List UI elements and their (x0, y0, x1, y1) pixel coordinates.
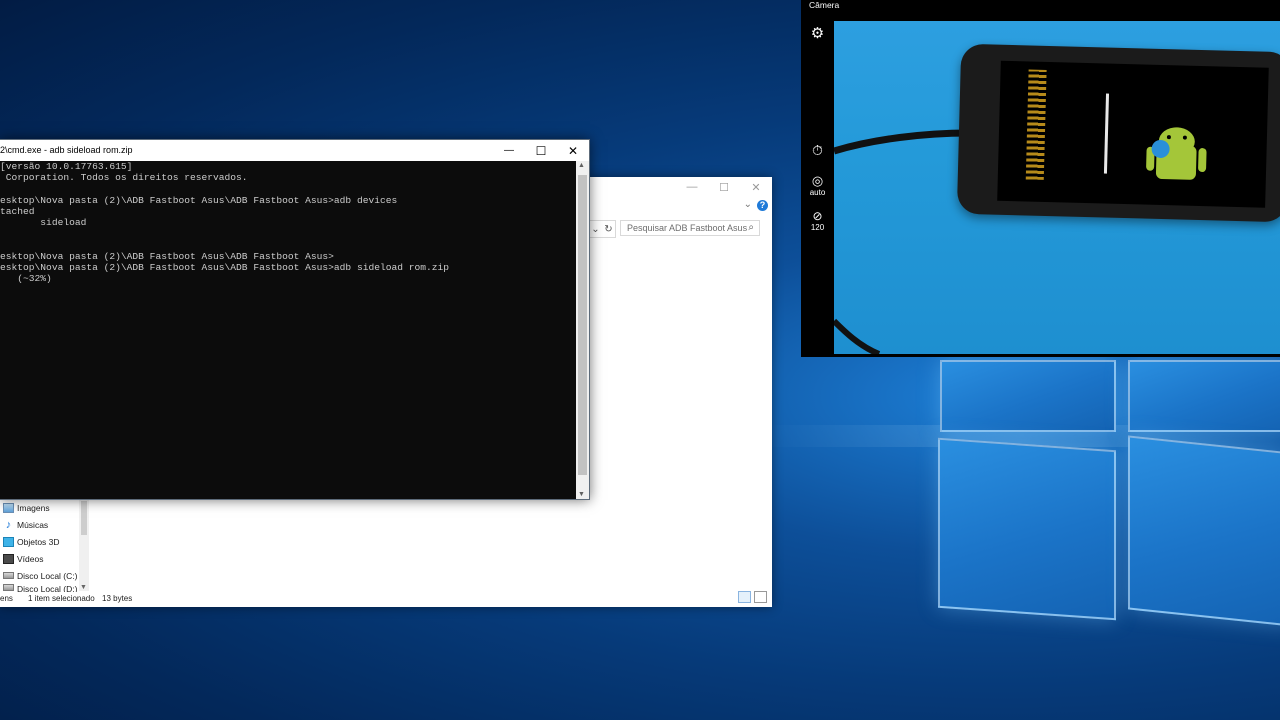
nav-item-label: Objetos 3D (17, 536, 60, 547)
cmd-scrollbar[interactable]: ▲ ▼ (576, 161, 589, 499)
nav-item-drive-c[interactable]: Disco Local (C:) (0, 567, 80, 584)
wallpaper-pane-1 (940, 360, 1116, 432)
scroll-up-icon[interactable]: ▲ (578, 162, 585, 169)
cmd-window-title: 2\cmd.exe - adb sideload rom.zip (0, 145, 133, 155)
brightness-label: auto (809, 188, 826, 197)
explorer-minimize-button[interactable]: — (676, 177, 708, 197)
address-dropdown-icon[interactable]: ⌄ (591, 224, 599, 235)
cmd-maximize-button[interactable]: ☐ (525, 140, 557, 161)
gear-icon[interactable]: ⚙ (801, 24, 834, 42)
timer-icon[interactable]: ⏱ (801, 142, 834, 159)
music-icon: ♪ (5, 518, 12, 531)
cmd-close-button[interactable]: ✕ (557, 140, 589, 161)
nav-item-videos[interactable]: Vídeos (0, 550, 80, 567)
cmd-minimize-button[interactable]: — (493, 140, 525, 161)
cmd-console-output[interactable]: [versão 10.0.17763.615] Corporation. Tod… (0, 161, 576, 499)
pictures-icon (3, 502, 14, 513)
phone-screen (997, 60, 1269, 208)
console-line: sideload (0, 216, 87, 228)
explorer-close-button[interactable]: ✕ (740, 177, 772, 197)
wallpaper-pane-2 (1128, 360, 1280, 432)
fps-control[interactable]: ⊘ 120 (801, 209, 834, 233)
scrollbar-thumb[interactable] (578, 175, 587, 475)
nav-item-images[interactable]: Imagens (0, 499, 80, 516)
search-placeholder: Pesquisar ADB Fastboot Asus (627, 223, 748, 233)
help-icon[interactable]: ? (757, 200, 768, 211)
console-line: tached (0, 205, 35, 217)
drive-icon (3, 584, 14, 591)
large-icons-view-button[interactable] (754, 591, 767, 603)
console-line: [versão 10.0.17763.615] (0, 161, 133, 172)
console-line: esktop\Nova pasta (2)\ADB Fastboot Asus\… (0, 194, 398, 206)
objects-3d-icon (3, 536, 14, 547)
progress-line (1103, 93, 1110, 174)
status-item-count: ens (0, 594, 13, 603)
speedometer-icon: ⊘ (812, 209, 823, 223)
refresh-icon[interactable]: ↻ (604, 224, 612, 235)
console-line: esktop\Nova pasta (2)\ADB Fastboot Asus\… (0, 250, 334, 262)
brightness-control[interactable]: ◎ auto (801, 173, 834, 198)
command-prompt-window[interactable]: 2\cmd.exe - adb sideload rom.zip — ☐ ✕ [… (0, 139, 590, 500)
status-selection: 1 item selecionado (28, 594, 95, 603)
phone-image (956, 43, 1280, 223)
camera-control-bar: ⚙ ⏱ ◎ auto ⊘ 120 (801, 18, 834, 355)
navigation-pane: Imagens ♪ Músicas Objetos 3D Vídeos Disc… (0, 499, 80, 592)
status-bar: ens 1 item selecionado 13 bytes (0, 591, 772, 607)
android-robot-icon (1146, 127, 1207, 180)
wallpaper-pane-3 (938, 437, 1116, 621)
search-icon[interactable]: ⌕ (748, 222, 754, 233)
console-line: esktop\Nova pasta (2)\ADB Fastboot Asus\… (0, 261, 450, 273)
ribbon-expand-chevron-icon[interactable]: ⌄ (744, 199, 752, 210)
scroll-down-icon[interactable]: ▼ (578, 491, 585, 498)
console-line: (~32%) (0, 272, 52, 284)
status-size: 13 bytes (102, 594, 133, 603)
nav-pane-scrollbar[interactable]: ▼ (79, 499, 89, 591)
explorer-caption-buttons: — ☐ ✕ (676, 177, 772, 197)
nav-item-label: Imagens (17, 502, 50, 513)
nav-item-3d-objects[interactable]: Objetos 3D (0, 533, 80, 550)
address-bar-controls: ⌄ ↻ (588, 220, 616, 238)
explorer-maximize-button[interactable]: ☐ (708, 177, 740, 197)
scroll-down-icon[interactable]: ▼ (80, 584, 87, 591)
details-view-button[interactable] (738, 591, 751, 603)
search-input[interactable]: Pesquisar ADB Fastboot Asus ⌕ (620, 220, 760, 236)
videos-icon (3, 553, 14, 564)
cmd-title-bar[interactable]: 2\cmd.exe - adb sideload rom.zip — ☐ ✕ (0, 140, 589, 161)
cmd-caption-buttons: — ☐ ✕ (493, 140, 589, 161)
fps-label: 120 (810, 223, 825, 232)
drive-icon (3, 572, 14, 579)
camera-viewfinder[interactable] (834, 21, 1280, 354)
nav-item-label: Músicas (17, 519, 49, 530)
nav-item-music[interactable]: ♪ Músicas (0, 516, 80, 533)
scrollbar-thumb[interactable] (81, 501, 87, 535)
nav-item-label: Disco Local (C:) (17, 570, 78, 581)
camera-title: Câmera (809, 0, 840, 10)
camera-app-window[interactable]: Câmera ⚙ ⏱ ◎ auto ⊘ 120 (801, 0, 1280, 357)
nav-item-label: Vídeos (17, 553, 44, 564)
target-icon: ◎ (811, 173, 824, 188)
recovery-text-column (1025, 69, 1047, 180)
console-line: Corporation. Todos os direitos reservado… (0, 172, 248, 184)
wallpaper-pane-4 (1128, 435, 1280, 627)
